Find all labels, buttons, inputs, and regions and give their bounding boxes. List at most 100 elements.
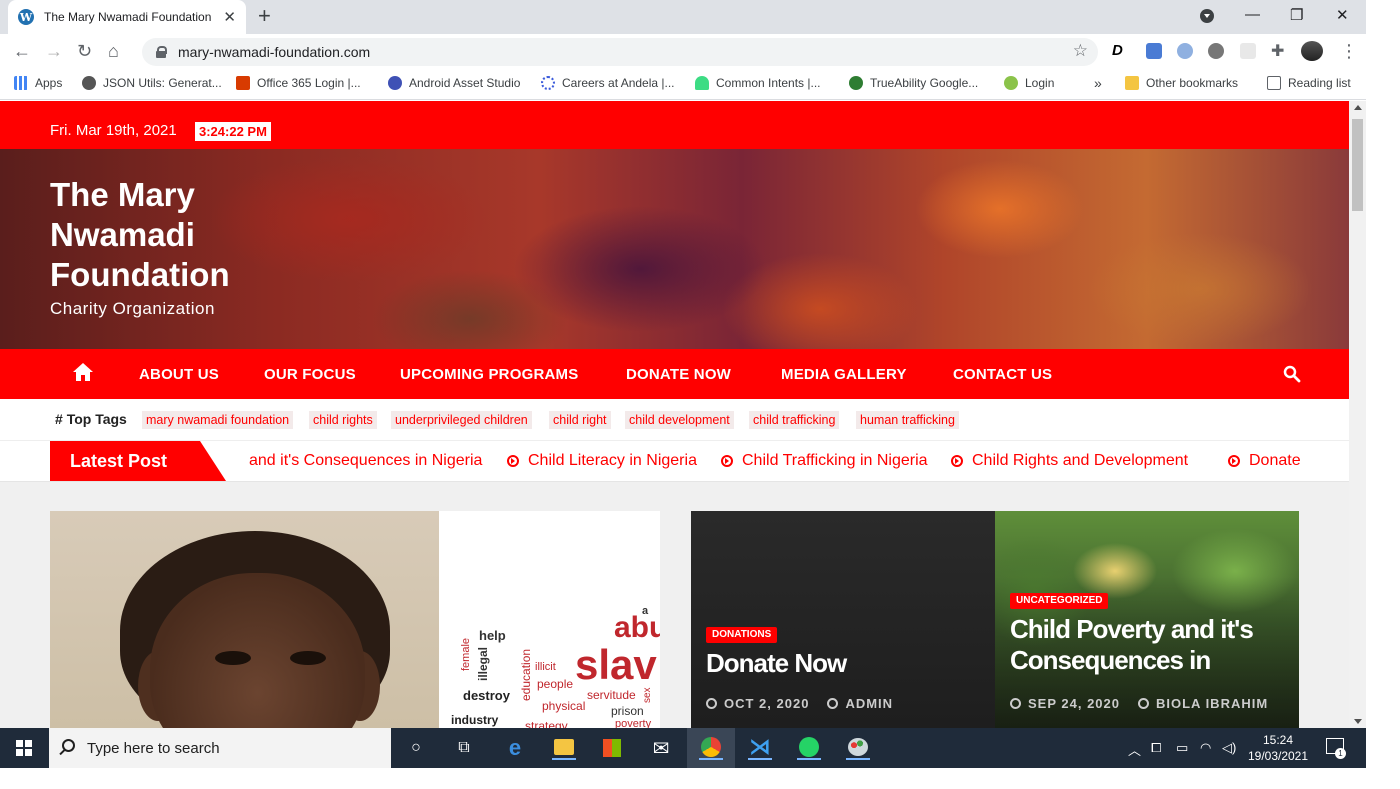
bookmark-trueability[interactable]: TrueAbility Google... bbox=[849, 76, 978, 90]
tag-link[interactable]: human trafficking bbox=[856, 411, 959, 429]
edge-icon[interactable]: e bbox=[503, 735, 527, 760]
post-card-child-poverty[interactable]: UNCATEGORIZED Child Poverty and it's Con… bbox=[995, 511, 1299, 728]
post-author[interactable]: BIOLA IBRAHIM bbox=[1156, 696, 1268, 711]
forward-icon[interactable]: → bbox=[45, 41, 63, 61]
microsoft-store-icon[interactable] bbox=[600, 736, 624, 760]
nav-about-us[interactable]: ABOUT US bbox=[139, 366, 219, 383]
restore-icon[interactable]: ❐ bbox=[1290, 6, 1303, 24]
bookmark-android-asset-studio[interactable]: Android Asset Studio bbox=[388, 76, 520, 90]
new-tab-button[interactable]: + bbox=[258, 4, 271, 28]
windows-start-icon[interactable] bbox=[16, 740, 32, 756]
tag-link[interactable]: child rights bbox=[309, 411, 377, 429]
ticker-item[interactable]: Child Trafficking in Nigeria bbox=[721, 452, 928, 470]
search-placeholder: Type here to search bbox=[87, 739, 220, 757]
tag-link[interactable]: child development bbox=[625, 411, 734, 429]
ticker-item[interactable]: and it's Consequences in Nigeria bbox=[249, 452, 482, 470]
bookmark-apps[interactable]: Apps bbox=[14, 76, 62, 90]
reading-list-icon bbox=[1267, 76, 1281, 90]
word-cloud-word: destroy bbox=[463, 688, 510, 703]
tag-link[interactable]: mary nwamadi foundation bbox=[142, 411, 294, 429]
bookmark-office-365[interactable]: Office 365 Login |... bbox=[236, 76, 361, 90]
clock-date: 19/03/2021 bbox=[1247, 749, 1309, 763]
extension-icon[interactable] bbox=[1240, 43, 1256, 59]
ticker-item[interactable]: Donate bbox=[1228, 452, 1301, 470]
user-icon bbox=[1138, 698, 1149, 709]
tag-link[interactable]: child right bbox=[549, 411, 611, 429]
page-scrollbar[interactable] bbox=[1349, 101, 1366, 728]
whatsapp-icon[interactable] bbox=[797, 736, 821, 760]
top-bar: Fri. Mar 19th, 2021 3:24:22 PM bbox=[0, 101, 1349, 149]
extension-icon[interactable] bbox=[1146, 43, 1162, 59]
ticker-item[interactable]: Child Literacy in Nigeria bbox=[507, 452, 697, 470]
extensions-puzzle-icon[interactable]: ✚ bbox=[1271, 42, 1284, 62]
bookmark-andela[interactable]: Careers at Andela |... bbox=[541, 76, 675, 90]
post-date[interactable]: OCT 2, 2020 bbox=[724, 696, 809, 711]
address-bar[interactable]: mary-nwamadi-foundation.com ☆ bbox=[142, 38, 1098, 66]
scroll-up-icon[interactable] bbox=[1354, 105, 1362, 110]
nav-contact-us[interactable]: CONTACT US bbox=[953, 366, 1052, 383]
nav-media-gallery[interactable]: MEDIA GALLERY bbox=[781, 366, 907, 383]
folder-icon bbox=[1125, 76, 1139, 90]
notification-count: 1 bbox=[1335, 748, 1346, 759]
nav-upcoming-programs[interactable]: UPCOMING PROGRAMS bbox=[400, 366, 578, 383]
tray-app-icon[interactable]: ⧠ bbox=[1151, 740, 1161, 756]
minimize-icon[interactable]: — bbox=[1245, 6, 1260, 23]
other-bookmarks[interactable]: Other bookmarks bbox=[1125, 76, 1238, 90]
play-circle-icon bbox=[1228, 455, 1240, 467]
mail-icon[interactable]: ✉ bbox=[649, 736, 673, 760]
browser-tab[interactable]: W The Mary Nwamadi Foundation ✕ bbox=[8, 0, 246, 34]
bookmark-login[interactable]: Login bbox=[1004, 76, 1054, 90]
close-icon[interactable]: ✕ bbox=[223, 8, 236, 26]
featured-post-image[interactable]: abu slav help female illegal destroy edu… bbox=[50, 511, 660, 728]
tag-link[interactable]: underprivileged children bbox=[391, 411, 532, 429]
wifi-icon[interactable]: ◠ bbox=[1200, 740, 1211, 756]
tag-link[interactable]: child trafficking bbox=[749, 411, 840, 429]
taskbar-search-box[interactable]: Type here to search bbox=[49, 728, 391, 768]
trueability-icon bbox=[849, 76, 863, 90]
post-title[interactable]: Donate Now bbox=[706, 648, 847, 679]
reload-icon[interactable]: ↻ bbox=[77, 41, 92, 61]
search-icon[interactable] bbox=[1283, 365, 1301, 388]
extension-icon[interactable] bbox=[1177, 43, 1193, 59]
post-card-donate-now[interactable]: DONATIONS Donate Now OCT 2, 2020 ADMIN bbox=[691, 511, 995, 728]
task-view-icon[interactable]: ⧉ bbox=[452, 736, 476, 760]
extension-icon[interactable] bbox=[1208, 43, 1224, 59]
taskbar-clock[interactable]: 15:24 19/03/2021 bbox=[1246, 732, 1310, 764]
back-icon[interactable]: ← bbox=[13, 41, 31, 61]
reading-list[interactable]: Reading list bbox=[1267, 76, 1351, 90]
kebab-menu-icon[interactable]: ⋮ bbox=[1340, 41, 1358, 61]
volume-icon[interactable]: ◁) bbox=[1222, 740, 1236, 756]
home-icon[interactable]: ⌂ bbox=[108, 41, 119, 61]
extension-d-icon[interactable]: D bbox=[1112, 42, 1123, 59]
ticker-text: Child Literacy in Nigeria bbox=[528, 452, 697, 469]
paint-icon[interactable] bbox=[846, 736, 870, 760]
bookmarks-overflow-button[interactable]: » bbox=[1094, 75, 1102, 91]
site-title[interactable]: The Mary Nwamadi Foundation bbox=[50, 175, 310, 295]
battery-icon[interactable]: ▭ bbox=[1176, 740, 1188, 756]
vscode-icon[interactable]: ⋊ bbox=[748, 734, 772, 760]
scroll-down-icon[interactable] bbox=[1354, 719, 1362, 724]
scrollbar-thumb[interactable] bbox=[1352, 119, 1363, 211]
ticker-item[interactable]: Child Rights and Development bbox=[951, 452, 1188, 470]
close-window-icon[interactable]: ✕ bbox=[1336, 6, 1349, 24]
file-explorer-icon[interactable] bbox=[552, 736, 576, 760]
cortana-icon[interactable]: ○ bbox=[404, 736, 428, 760]
post-title[interactable]: Child Poverty and it's Consequences in bbox=[1010, 614, 1254, 676]
chrome-icon[interactable] bbox=[699, 736, 723, 760]
nav-our-focus[interactable]: OUR FOCUS bbox=[264, 366, 356, 383]
nav-home-icon[interactable] bbox=[72, 362, 94, 387]
nav-donate-now[interactable]: DONATE NOW bbox=[626, 366, 731, 383]
post-date[interactable]: SEP 24, 2020 bbox=[1028, 696, 1120, 711]
bookmark-json-utils[interactable]: JSON Utils: Generat... bbox=[82, 76, 222, 90]
site-header-banner: The Mary Nwamadi Foundation Charity Orga… bbox=[0, 149, 1349, 349]
bookmark-label: JSON Utils: Generat... bbox=[103, 76, 222, 90]
profile-menu-icon[interactable] bbox=[1200, 9, 1214, 23]
category-badge[interactable]: UNCATEGORIZED bbox=[1010, 593, 1109, 609]
bookmark-star-icon[interactable]: ☆ bbox=[1073, 41, 1088, 61]
tray-overflow-icon[interactable]: ︿ bbox=[1128, 740, 1141, 759]
avatar[interactable] bbox=[1301, 41, 1323, 61]
bookmark-label: Apps bbox=[35, 76, 63, 90]
bookmark-common-intents[interactable]: Common Intents |... bbox=[695, 76, 821, 90]
post-author[interactable]: ADMIN bbox=[845, 696, 893, 711]
category-badge[interactable]: DONATIONS bbox=[706, 627, 778, 643]
